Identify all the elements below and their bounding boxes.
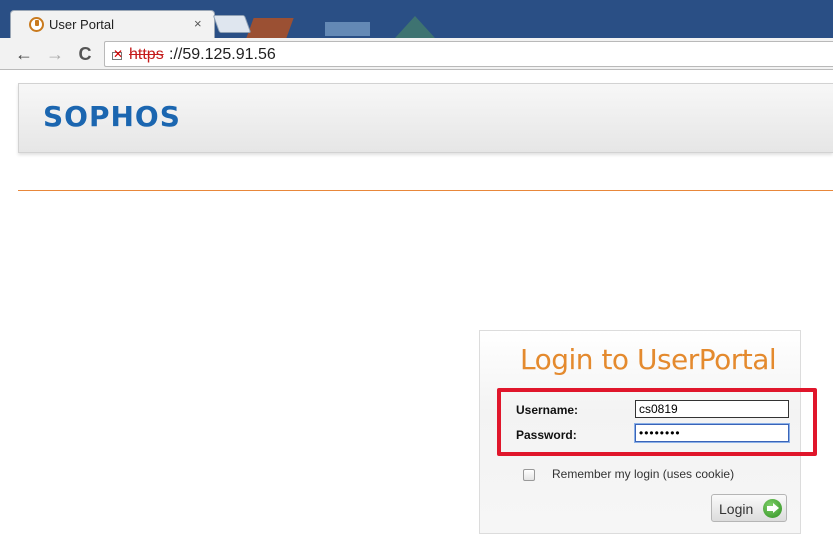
sophos-logo: SOPHOS [43,100,181,133]
url-host: ://59.125.91.56 [169,46,276,63]
login-title: Login to UserPortal [520,343,777,376]
password-label: Password: [516,428,577,442]
login-button-label: Login [719,501,754,517]
browser-tab-strip: User Portal × [0,0,833,38]
page-content: SOPHOS Login to UserPortal Username: Pas… [0,71,833,555]
header-divider [18,161,833,191]
login-panel: Login to UserPortal Username: Password: … [479,330,817,534]
username-label: Username: [516,403,579,417]
reload-button[interactable]: C [75,43,95,65]
browser-toolbar: ← → C ✕ https ://59.125.91.56 [0,38,833,70]
password-input[interactable] [635,424,789,442]
new-tab-button[interactable] [212,15,252,33]
insecure-lock-icon[interactable]: ✕ [111,47,123,61]
site-header: SOPHOS [18,83,833,153]
remember-login-checkbox[interactable] [523,469,535,481]
username-input[interactable] [635,400,789,418]
desktop-background [246,18,294,38]
desktop-background [395,16,435,38]
tab-title: User Portal [49,17,115,32]
browser-tab-user-portal[interactable]: User Portal × [10,10,215,38]
forward-button[interactable]: → [45,43,65,65]
login-button[interactable]: Login [711,494,787,522]
address-bar[interactable]: ✕ https ://59.125.91.56 [104,41,833,67]
remember-login-label[interactable]: Remember my login (uses cookie) [552,467,734,481]
tab-close-button[interactable]: × [194,16,202,31]
back-button[interactable]: ← [14,43,34,65]
sophos-favicon-icon [29,17,44,32]
credentials-highlight-box [497,388,817,456]
arrow-right-icon [763,499,782,518]
desktop-background [325,22,370,36]
url-scheme: https [129,46,164,63]
